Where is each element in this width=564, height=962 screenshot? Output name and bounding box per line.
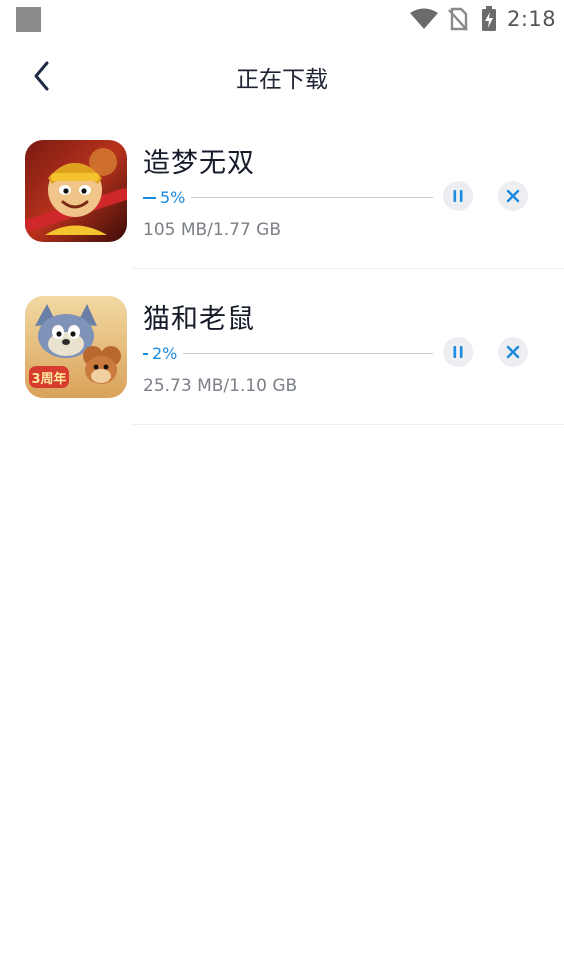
cancel-button[interactable] [498,337,528,367]
download-screen: 2:18 正在下载 造梦无双 5% 105 MB/1.77 GB 3周年 猫和老… [0,0,564,962]
progress-fill [143,353,148,355]
notification-icon [16,7,41,32]
divider [133,424,564,425]
no-sim-icon [448,7,468,31]
progress-fill [143,197,156,199]
progress-track [191,197,433,198]
download-size: 105 MB/1.77 GB [143,220,282,240]
wifi-icon [410,8,438,29]
pause-button[interactable] [443,181,473,211]
pause-icon [453,346,463,358]
progress-bar: 5% [143,188,433,208]
app-icon [25,140,127,242]
progress-percent: 2% [152,344,178,363]
app-header: 正在下载 [0,44,564,108]
pause-icon [453,190,463,202]
close-icon [506,189,520,203]
icon-badge-text: 3周年 [31,371,66,387]
pause-button[interactable] [443,337,473,367]
app-name: 造梦无双 [143,148,255,179]
status-time: 2:18 [507,7,557,31]
progress-track [183,353,433,354]
download-size: 25.73 MB/1.10 GB [143,376,298,396]
status-bar: 2:18 [0,0,564,40]
page-title: 正在下载 [236,67,328,93]
app-name: 猫和老鼠 [143,304,255,335]
download-item[interactable]: 造梦无双 5% 105 MB/1.77 GB [0,113,564,269]
cancel-button[interactable] [498,181,528,211]
battery-charging-icon [482,6,496,31]
download-item[interactable]: 3周年 猫和老鼠 2% 25.73 MB/1.10 GB [0,269,564,425]
progress-percent: 5% [160,188,186,207]
progress-bar: 2% [143,344,433,364]
app-icon: 3周年 [25,296,127,398]
close-icon [506,345,520,359]
